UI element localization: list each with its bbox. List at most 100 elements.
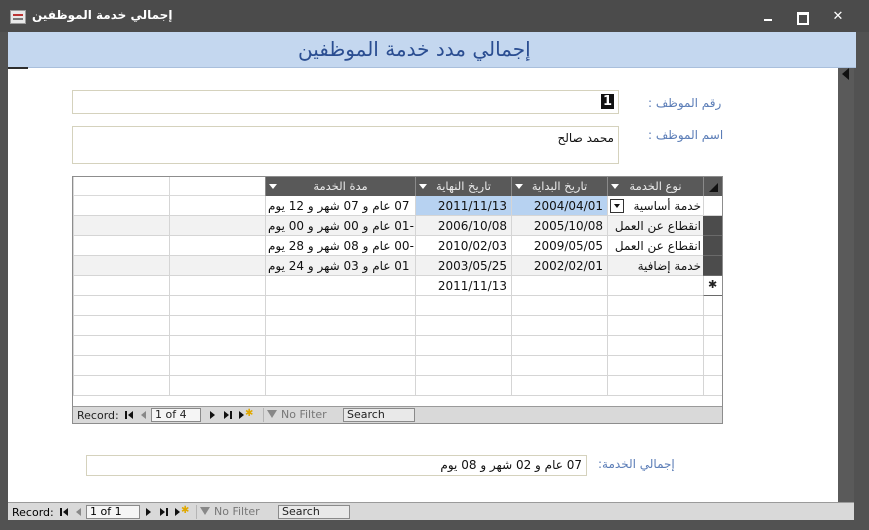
first-record-button[interactable] [128,411,133,419]
table-cell [73,356,169,376]
table-cell [511,296,607,316]
end-date-cell[interactable]: 2003/05/25 [415,256,511,276]
end-date-cell[interactable]: 2006/10/08 [415,216,511,236]
form-header: إجمالي مدد خدمة الموظفين [8,32,856,68]
table-cell [415,356,511,376]
chevron-down-icon[interactable] [611,184,619,189]
row-selector [703,376,722,396]
window-border [0,520,869,530]
subform-record-navigator: Record: 1 of 4 ✱ No Filter Search [73,406,722,423]
last-record-button[interactable] [160,508,165,516]
record-position-input[interactable]: 1 of 4 [151,408,201,422]
table-cell [607,376,703,396]
table-cell [265,296,415,316]
dropdown-arrow-icon[interactable] [610,199,624,213]
table-cell [607,356,703,376]
table-cell [415,376,511,396]
chevron-down-icon[interactable] [419,184,427,189]
table-row[interactable]: -00 عام و 08 شهر و 28 يوم 2010/02/03 200… [73,236,722,256]
employee-id-field[interactable]: 1 [72,90,619,114]
end-date-cell[interactable]: 2011/11/13 [415,276,511,296]
no-filter-button[interactable]: No Filter [263,408,335,422]
record-position-input[interactable]: 1 of 1 [86,505,140,519]
maximize-button[interactable] [792,8,812,26]
duration-cell[interactable]: 07 عام و 07 شهر و 12 يوم [265,196,415,216]
scroll-arrow-icon[interactable] [842,68,849,80]
first-record-button[interactable] [63,508,68,516]
row-selector[interactable] [703,216,722,236]
table-row[interactable]: 07 عام و 07 شهر و 12 يوم 2011/11/13 2004… [73,196,722,216]
table-cell [169,196,265,216]
column-header-end-date[interactable]: تاريخ النهاية [415,177,511,196]
select-all-button[interactable] [703,177,722,196]
table-cell [73,256,169,276]
table-cell [169,316,265,336]
end-date-cell[interactable]: 2010/02/03 [415,236,511,256]
row-selector[interactable] [703,196,722,216]
row-selector[interactable] [703,236,722,256]
empty-row [73,376,722,396]
new-record-button[interactable] [239,411,244,419]
duration-cell[interactable] [265,276,415,296]
minimize-button[interactable] [758,8,778,26]
service-type-cell[interactable] [607,276,703,296]
column-header-service-type[interactable]: نوع الخدمة [607,177,703,196]
filter-icon [267,410,277,418]
next-record-button[interactable] [146,508,151,516]
previous-record-button[interactable] [76,508,81,516]
row-selector [703,356,722,376]
column-header-empty [73,177,169,196]
service-type-cell[interactable]: انقطاع عن العمل [607,216,703,236]
table-cell [73,216,169,236]
table-row[interactable]: 01 عام و 03 شهر و 24 يوم 2003/05/25 2002… [73,256,722,276]
total-service-field[interactable]: 07 عام و 02 شهر و 08 يوم [86,455,587,476]
duration-cell[interactable]: 01 عام و 03 شهر و 24 يوم [265,256,415,276]
table-cell [73,336,169,356]
search-input[interactable]: Search [278,505,350,519]
chevron-down-icon[interactable] [515,184,523,189]
close-button[interactable]: ✕ [828,8,848,26]
no-filter-button[interactable]: No Filter [196,505,270,519]
service-type-cell[interactable]: انقطاع عن العمل [607,236,703,256]
start-date-cell[interactable] [511,276,607,296]
previous-record-button[interactable] [141,411,146,419]
employee-name-field[interactable]: محمد صالح [72,126,619,164]
record-label: Record: [12,506,54,519]
start-date-cell[interactable]: 2004/04/01 [511,196,607,216]
last-record-icon[interactable] [230,411,232,419]
total-service-label: إجمالي الخدمة: [598,457,675,471]
start-date-cell[interactable]: 2002/02/01 [511,256,607,276]
duration-cell[interactable]: -00 عام و 08 شهر و 28 يوم [265,236,415,256]
first-record-icon[interactable] [60,508,62,516]
record-label: Record: [77,409,119,422]
table-cell [265,356,415,376]
empty-row [73,356,722,376]
vertical-scrollbar[interactable] [838,68,854,502]
window-titlebar: إجمالي خدمة الموظفين ✕ [0,0,869,32]
start-date-cell[interactable]: 2009/05/05 [511,236,607,256]
table-row[interactable]: -01 عام و 00 شهر و 00 يوم 2006/10/08 200… [73,216,722,236]
start-date-cell[interactable]: 2005/10/08 [511,216,607,236]
search-input[interactable]: Search [343,408,415,422]
new-record-star-icon: ✱ [245,408,254,419]
first-record-icon[interactable] [125,411,127,419]
last-record-icon[interactable] [166,508,168,516]
column-header-start-date[interactable]: تاريخ البداية [511,177,607,196]
end-date-cell[interactable]: 2011/11/13 [415,196,511,216]
next-record-button[interactable] [210,411,215,419]
chevron-down-icon[interactable] [269,184,277,189]
column-header-duration[interactable]: مدة الخدمة [265,177,415,196]
table-cell [169,376,265,396]
service-type-cell[interactable]: خدمة إضافية [607,256,703,276]
new-record-button[interactable] [175,508,180,516]
new-record-row[interactable]: 2011/11/13 [73,276,722,296]
header-divider [8,67,28,69]
form-record-navigator: Record: 1 of 1 ✱ No Filter Search [8,502,854,520]
table-cell [511,316,607,336]
last-record-button[interactable] [224,411,229,419]
row-selector [703,296,722,316]
new-record-icon[interactable] [703,276,722,296]
duration-cell[interactable]: -01 عام و 00 شهر و 00 يوم [265,216,415,236]
row-selector[interactable] [703,256,722,276]
service-type-combo[interactable]: خدمة أساسية [607,196,703,216]
